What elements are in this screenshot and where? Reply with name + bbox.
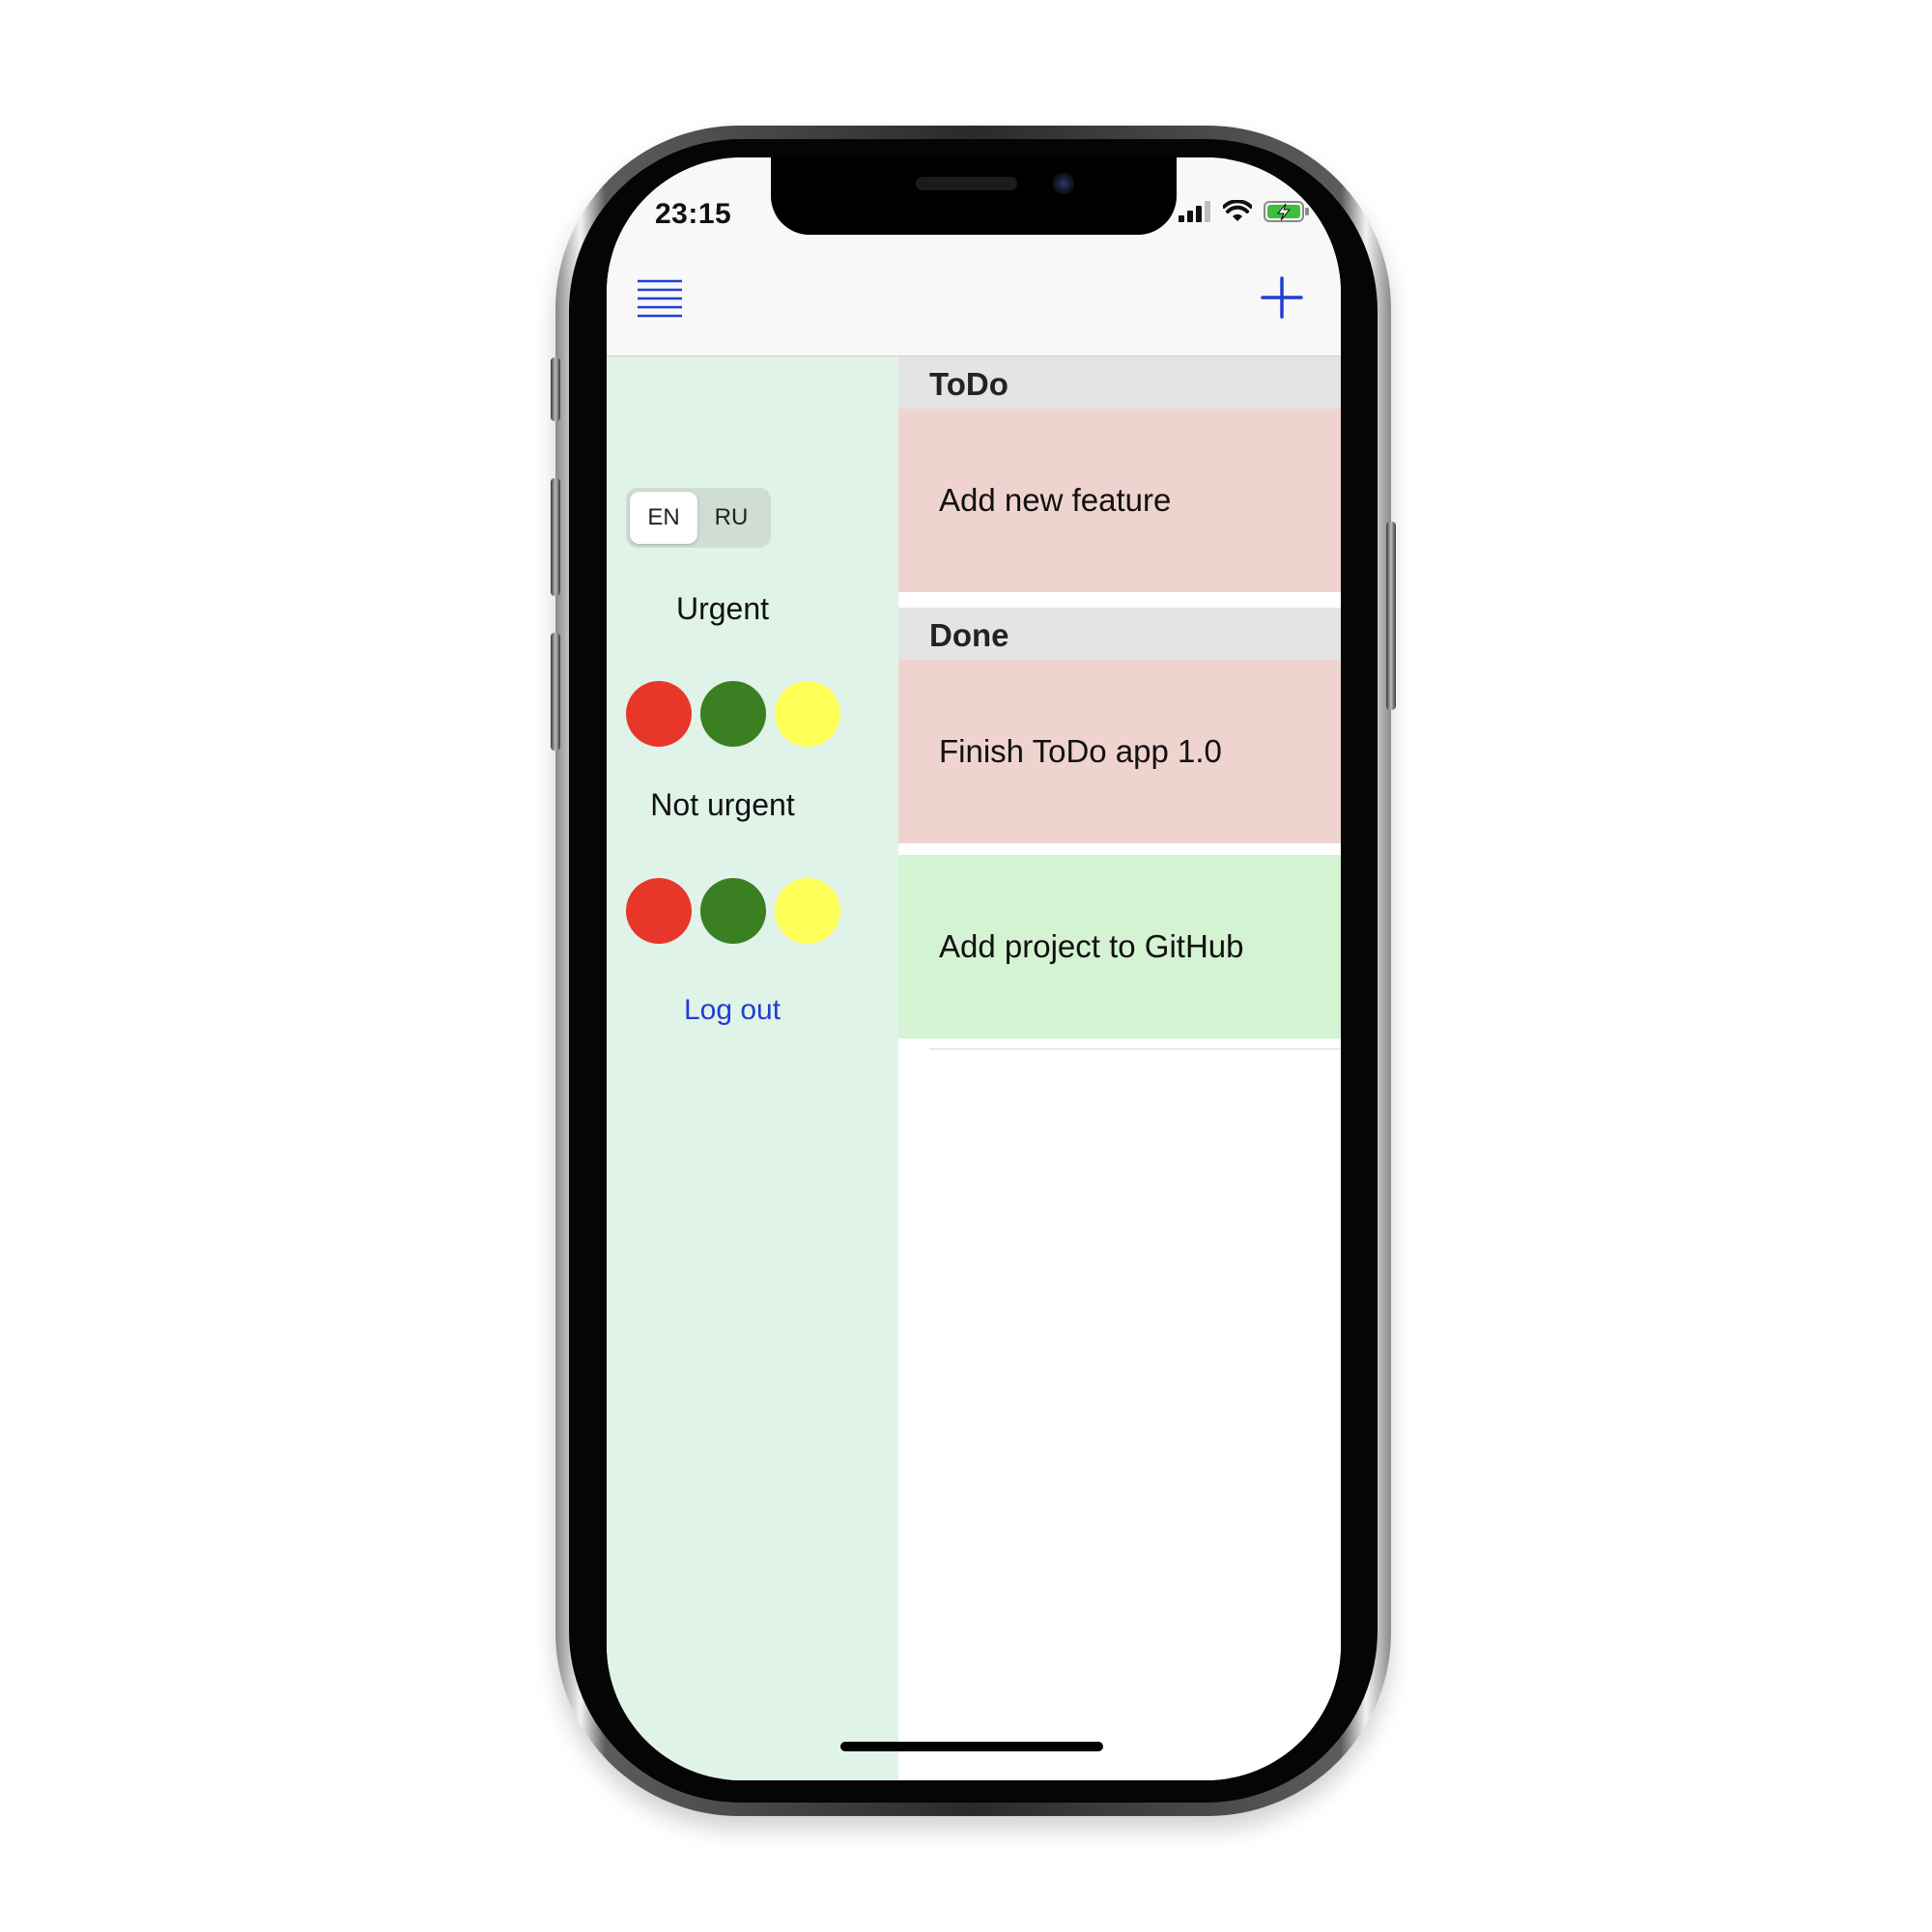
not-urgent-color-picker: [626, 878, 840, 944]
menu-button[interactable]: [636, 278, 684, 321]
task-row[interactable]: Add new feature: [898, 409, 1341, 592]
language-segmented-control[interactable]: EN RU: [626, 488, 771, 548]
status-time: 23:15: [655, 198, 732, 230]
hamburger-icon: [638, 279, 682, 318]
status-icons: [1179, 200, 1310, 223]
not-urgent-label: Not urgent: [650, 787, 795, 822]
signal-icon: [1179, 201, 1210, 222]
notch: [771, 157, 1177, 235]
volume-up-button: [551, 478, 560, 596]
wifi-icon: [1223, 200, 1252, 221]
phone-screen: 23:15 EN RU Urgent Not urgent Log out To…: [607, 157, 1341, 1780]
not-urgent-red-dot[interactable]: [626, 878, 692, 944]
section-header-done: Done: [898, 608, 1341, 660]
speaker-grille: [916, 177, 1017, 190]
urgent-red-dot[interactable]: [626, 681, 692, 747]
logout-link[interactable]: Log out: [607, 994, 858, 1027]
urgent-label: Urgent: [675, 591, 770, 626]
urgent-color-picker: [626, 681, 840, 747]
add-task-button[interactable]: [1258, 273, 1306, 322]
not-urgent-yellow-dot[interactable]: [775, 878, 840, 944]
section-header-todo: ToDo: [898, 356, 1341, 409]
urgent-yellow-dot[interactable]: [775, 681, 840, 747]
side-menu: EN RU Urgent Not urgent Log out: [607, 356, 898, 1780]
plus-icon: [1261, 276, 1303, 319]
not-urgent-green-dot[interactable]: [700, 878, 766, 944]
volume-down-button: [551, 633, 560, 751]
row-separator: [929, 1048, 1341, 1050]
home-indicator[interactable]: [840, 1742, 1103, 1751]
silent-switch: [551, 357, 560, 421]
language-option-ru[interactable]: RU: [697, 492, 765, 544]
urgent-green-dot[interactable]: [700, 681, 766, 747]
front-camera: [1053, 173, 1074, 194]
task-row[interactable]: Finish ToDo app 1.0: [898, 660, 1341, 843]
language-option-en[interactable]: EN: [630, 492, 697, 544]
battery-charging-icon: [1264, 201, 1309, 222]
task-list: ToDo Add new feature Done Finish ToDo ap…: [898, 356, 1341, 1780]
navigation-bar: [607, 244, 1341, 356]
power-button: [1386, 522, 1396, 710]
task-row[interactable]: Add project to GitHub: [898, 855, 1341, 1038]
